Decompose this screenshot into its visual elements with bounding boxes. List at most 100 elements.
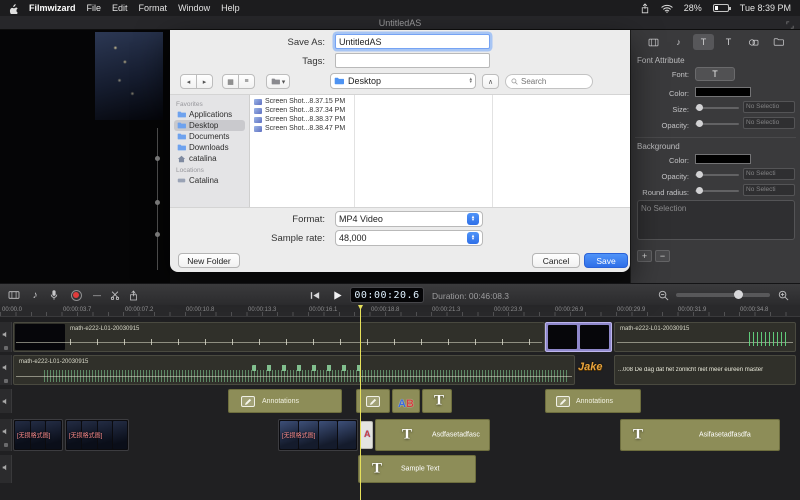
zoom-out-icon[interactable] [656,284,670,306]
font-color-swatch[interactable] [695,87,751,97]
text-inspector-icon[interactable]: T [693,34,714,50]
app-menu[interactable]: Filmwizard [29,3,76,13]
annotation-clip[interactable]: Annotations [228,389,342,413]
apple-menu-icon[interactable] [9,3,18,14]
vertical-slider[interactable] [155,128,160,270]
add-button[interactable]: + [637,250,652,262]
add-media-icon[interactable] [6,284,22,306]
video-clip[interactable]: [无损格式图] [278,419,358,451]
sidebar-item-applications[interactable]: Applications [174,109,245,120]
video-clip[interactable]: math-e222-L01-20030915 [13,322,545,352]
text-title-clip[interactable]: T [422,389,452,413]
icon-view-button[interactable]: ▦ [222,74,239,89]
track-option-icon[interactable] [3,346,8,350]
opacity-slider[interactable] [695,119,739,128]
track-option-icon[interactable] [3,443,8,447]
speaker-icon[interactable] [2,358,9,376]
remove-button[interactable]: − [655,250,670,262]
speaker-icon[interactable] [2,458,9,476]
sidebar-item-catalina-home[interactable]: catalina [174,153,245,164]
letter-a-sticker-clip[interactable]: A [360,421,373,449]
library-inspector-icon[interactable] [768,34,789,50]
video-clip[interactable]: [无损格式图] [65,419,129,451]
sidebar-item-downloads[interactable]: Downloads [174,142,245,153]
bg-opacity-field[interactable]: No Selecti [743,168,795,180]
location-popup[interactable]: Desktop ▴ ▾ [330,73,476,89]
speaker-icon[interactable] [2,392,9,410]
font-button[interactable]: T [695,67,735,81]
blade-icon[interactable] [108,284,122,306]
sample-rate-popup[interactable]: 48,000 ▴ ▾ [335,230,483,246]
annotation-clip[interactable]: Annotations [545,389,641,413]
menu-file[interactable]: File [87,3,102,13]
selection-text-box[interactable]: No Selection [637,200,795,240]
video-clip[interactable]: math-e222-L01-20030915 [13,355,575,385]
search-input[interactable] [521,77,583,86]
file-row[interactable]: Screen Shot...8.37.34 PM [250,106,353,115]
file-row[interactable]: Screen Shot...8.37.15 PM [250,97,353,106]
list-view-button[interactable]: ≡ [238,74,255,89]
size-field[interactable]: No Selectio [743,101,795,113]
remove-icon[interactable]: — [90,284,104,306]
video-preview-thumbnail[interactable] [95,32,163,120]
video-clip[interactable]: math-e222-L01-20030915 [614,322,796,352]
save-as-input[interactable] [335,34,490,49]
video-clip[interactable]: [无损格式图] [13,419,63,451]
sidebar-item-desktop[interactable]: Desktop [174,120,245,131]
round-radius-field[interactable]: No Selecti [743,184,795,196]
forward-button[interactable]: ▸ [196,74,213,89]
save-button[interactable]: Save [584,253,628,268]
text-title-clip[interactable]: T Asifasetadfasdfa [620,419,780,451]
ab-sticker-clip[interactable]: AB [392,389,420,413]
shapes-inspector-icon[interactable] [743,34,764,50]
fullscreen-icon[interactable] [786,19,794,33]
bg-color-swatch[interactable] [695,154,751,164]
action-menu-button[interactable]: ▾ [266,74,290,89]
mic-icon[interactable] [48,284,60,306]
size-slider[interactable] [695,103,739,112]
zoom-slider-knob[interactable] [734,290,743,299]
music-note-icon[interactable]: ♪ [28,284,42,306]
back-button[interactable]: ◂ [180,74,197,89]
menu-edit[interactable]: Edit [112,3,128,13]
menu-format[interactable]: Format [139,3,168,13]
speaker-icon[interactable] [2,422,9,440]
jake-sticker[interactable]: Jake [578,361,602,373]
share-icon[interactable] [126,284,140,306]
record-button[interactable] [68,284,84,306]
zoom-slider[interactable] [676,290,770,299]
title-inspector-icon[interactable]: T [718,34,739,50]
round-radius-slider[interactable] [695,186,739,195]
annotation-clip[interactable] [356,389,390,413]
previous-frame-button[interactable] [306,284,324,306]
sidebar-item-documents[interactable]: Documents [174,131,245,142]
menu-help[interactable]: Help [221,3,240,13]
wifi-icon[interactable] [661,4,673,13]
new-folder-button[interactable]: New Folder [178,253,240,268]
keyframes[interactable] [252,365,370,371]
track-option-icon[interactable] [3,379,8,383]
text-title-clip[interactable]: T Sample Text [358,455,476,483]
audio-inspector-icon[interactable]: ♪ [668,34,689,50]
opacity-field[interactable]: No Selectio [743,117,795,129]
timeline-ruler[interactable]: 00:00.0 00:00:03.7 00:00:07.2 00:00:10.8… [0,305,800,317]
media-inspector-icon[interactable] [643,34,664,50]
caption-clip[interactable]: ...008 De dag dat het zonlicht niet meer… [614,355,796,385]
up-folder-button[interactable]: ∧ [482,74,499,89]
speaker-icon[interactable] [2,325,9,343]
file-row[interactable]: Screen Shot...8.38.37 PM [250,115,353,124]
bg-opacity-slider[interactable] [695,170,739,179]
airplay-icon[interactable] [640,2,650,14]
sidebar-item-catalina-disk[interactable]: Catalina [174,175,245,186]
play-button[interactable] [328,284,346,306]
playhead[interactable] [360,305,361,500]
format-popup[interactable]: MP4 Video ▴ ▾ [335,211,483,227]
cancel-button[interactable]: Cancel [532,253,580,268]
menu-bar-clock[interactable]: Tue 8:39 PM [740,3,791,13]
menu-window[interactable]: Window [178,3,210,13]
zoom-in-icon[interactable] [776,284,790,306]
file-row[interactable]: Screen Shot...8.38.47 PM [250,124,353,133]
text-title-clip[interactable]: T Asdfasetadfasc [375,419,490,451]
tags-input[interactable] [335,53,490,68]
search-field[interactable] [505,74,593,89]
